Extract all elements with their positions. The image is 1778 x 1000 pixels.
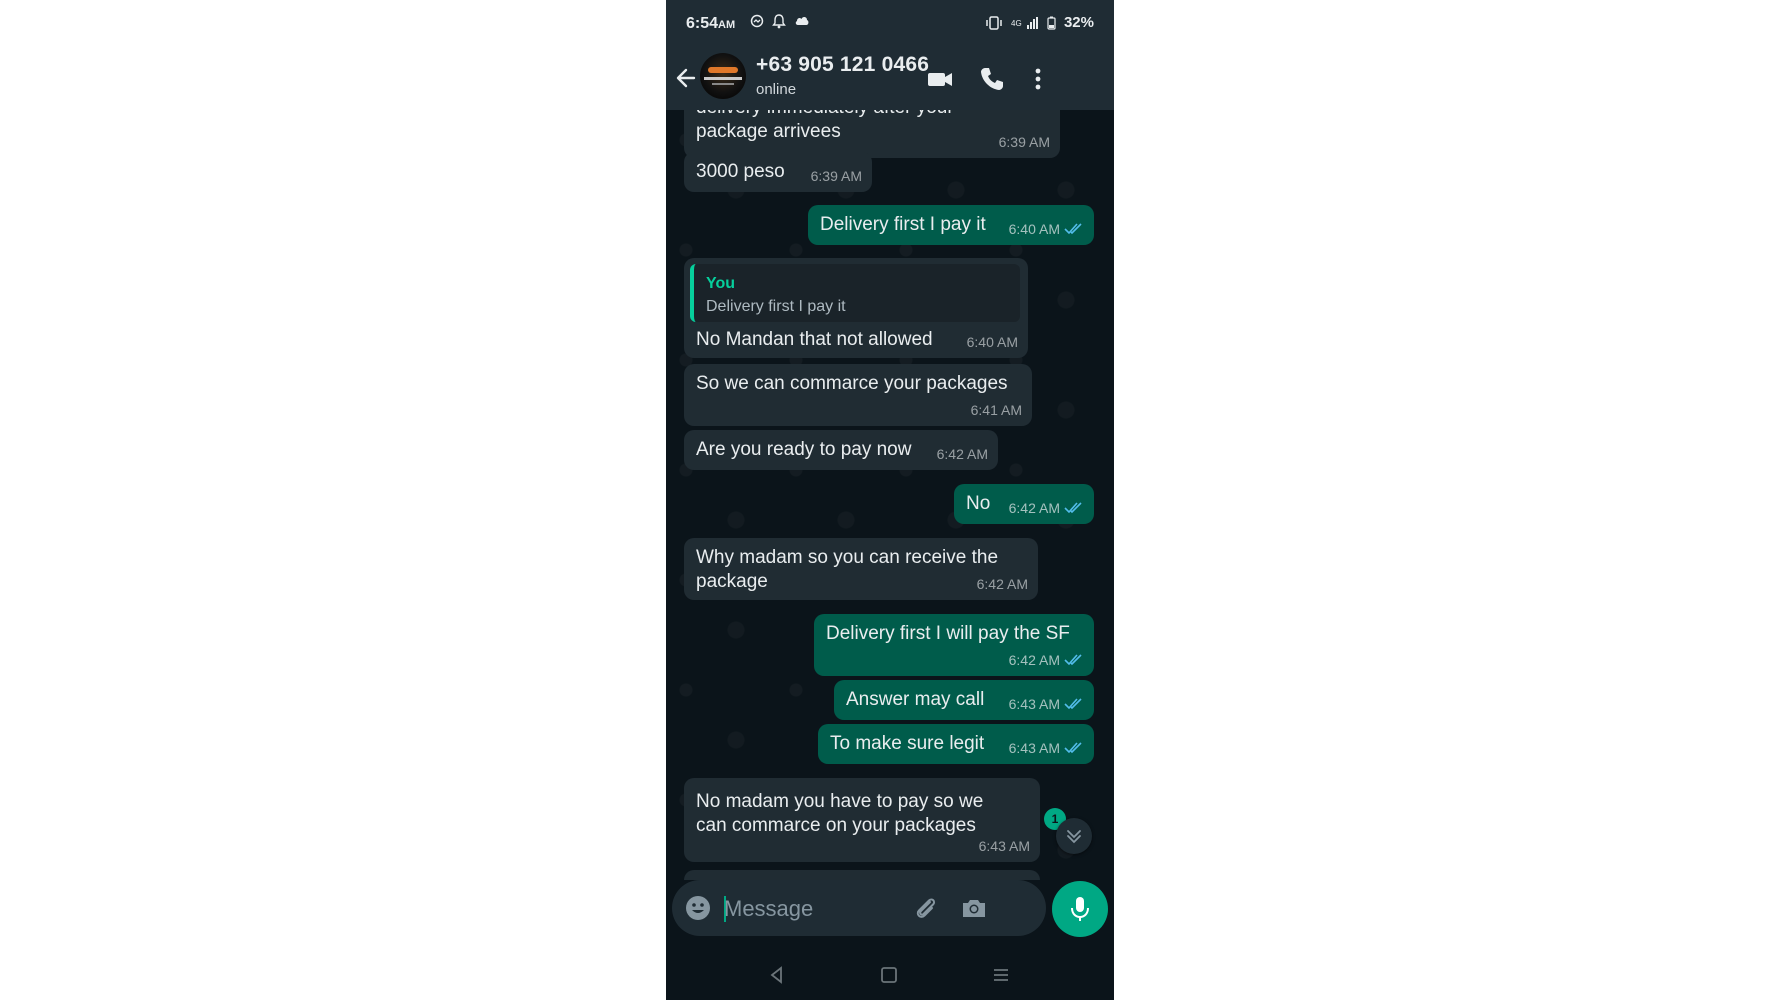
- more-options-icon[interactable]: [1024, 65, 1052, 93]
- message-time: 6:43 AM: [1008, 740, 1060, 756]
- message-text: To make sure legit: [830, 733, 985, 754]
- signal-lte-icon: 4G: [1011, 16, 1038, 29]
- contact-avatar[interactable]: [700, 53, 746, 99]
- message-outgoing[interactable]: Delivery first I will pay the SF 6:42 AM: [814, 614, 1094, 676]
- message-time: 6:40 AM: [966, 334, 1018, 350]
- video-call-icon[interactable]: [926, 65, 954, 93]
- chat-header: +63 905 121 0466 online: [666, 48, 1114, 110]
- message-time: 6:42 AM: [976, 576, 1028, 592]
- message-time: 6:41 AM: [970, 402, 1022, 418]
- microphone-icon: [1071, 897, 1089, 921]
- message-meta: 6:43 AM: [1009, 736, 1084, 760]
- contact-status: online: [756, 81, 797, 98]
- avatar-logo-text: [704, 77, 742, 80]
- message-text: Delivery first I will pay the SF: [826, 623, 1070, 644]
- message-incoming[interactable]: delivery immediately after your package …: [684, 110, 1060, 158]
- message-composer: [672, 880, 1046, 936]
- message-incoming-partial[interactable]: [684, 870, 1040, 880]
- system-icons: 4G 32%: [985, 14, 1094, 31]
- message-time: 6:42 AM: [1008, 652, 1060, 668]
- message-time: 6:39 AM: [998, 134, 1050, 150]
- camera-icon[interactable]: [960, 894, 988, 922]
- attach-icon[interactable]: [912, 894, 940, 922]
- vibrate-icon: [986, 15, 1002, 30]
- message-incoming[interactable]: No madam you have to pay so we can comma…: [684, 778, 1040, 862]
- nav-back-icon[interactable]: [766, 964, 788, 986]
- message-meta: 6:40 AM: [1009, 217, 1084, 241]
- message-text: package: [696, 571, 768, 592]
- read-ticks-icon: [1064, 742, 1082, 754]
- nav-home-icon[interactable]: [878, 964, 900, 986]
- message-text: No: [966, 493, 991, 514]
- message-meta: 6:43 AM: [1009, 692, 1084, 716]
- message-meta: 6:42 AM: [1009, 496, 1084, 520]
- notification-icons: [750, 14, 810, 29]
- message-text: No madam you have to pay so we: [696, 791, 984, 812]
- svg-text:4G: 4G: [1011, 19, 1022, 28]
- message-text: So we can commarce your packages: [696, 373, 1008, 394]
- quote-text: Delivery first I pay it: [706, 298, 846, 315]
- status-ampm: AM: [718, 19, 736, 31]
- system-nav-bar: [666, 950, 1114, 1000]
- message-outgoing[interactable]: Delivery first I pay it 6:40 AM: [808, 205, 1094, 245]
- message-incoming[interactable]: Are you ready to pay now 6:42 AM: [684, 430, 998, 470]
- voice-message-button[interactable]: [1052, 881, 1108, 937]
- scroll-down-icon: [1067, 830, 1081, 844]
- message-text: can commarce on your packages: [696, 815, 976, 836]
- bell-icon: [772, 14, 786, 29]
- message-time: 6:43 AM: [978, 838, 1030, 854]
- message-time: 6:42 AM: [1008, 500, 1060, 516]
- message-outgoing[interactable]: Answer may call 6:43 AM: [834, 680, 1094, 720]
- message-incoming[interactable]: 3000 peso 6:39 AM: [684, 152, 872, 192]
- message-outgoing[interactable]: No 6:42 AM: [954, 484, 1094, 524]
- quoted-message[interactable]: You Delivery first I pay it: [690, 264, 1020, 322]
- quote-author: You: [706, 275, 736, 292]
- message-time: 6:40 AM: [1008, 221, 1060, 237]
- scroll-down-button[interactable]: [1056, 818, 1092, 854]
- message-text: Why madam so you can receive the: [696, 547, 999, 568]
- contact-name[interactable]: +63 905 121 0466: [756, 53, 929, 77]
- message-incoming[interactable]: So we can commarce your packages 6:41 AM: [684, 364, 1032, 426]
- emoji-icon[interactable]: [684, 894, 712, 922]
- read-ticks-icon: [1064, 698, 1082, 710]
- message-incoming-reply[interactable]: You Delivery first I pay it No Mandan th…: [684, 258, 1028, 358]
- message-input[interactable]: [722, 888, 926, 930]
- message-text: Are you ready to pay now: [696, 439, 912, 460]
- battery-percent: 32%: [1063, 14, 1094, 31]
- status-clock: 6:54: [686, 15, 719, 32]
- message-incoming[interactable]: Why madam so you can receive the package…: [684, 538, 1038, 600]
- cloud-icon: [795, 17, 809, 25]
- phone-screen: 6:54AM 4G 32% +63 905 121 0466 online pa…: [666, 0, 1114, 1000]
- chat-area[interactable]: delivery immediately after your package …: [666, 110, 1114, 880]
- avatar-logo-subtext: [712, 83, 734, 85]
- back-arrow-icon[interactable]: [674, 64, 698, 92]
- message-text: No Mandan that not allowed: [696, 329, 933, 350]
- message-text: Delivery first I pay it: [820, 214, 986, 235]
- message-time: 6:43 AM: [1008, 696, 1060, 712]
- avatar-logo-mark: [708, 67, 738, 73]
- app-notification-icon: [750, 14, 764, 28]
- status-bar: 6:54AM 4G 32%: [666, 0, 1114, 48]
- phone-call-icon[interactable]: [978, 65, 1006, 93]
- nav-recents-icon[interactable]: [990, 964, 1012, 986]
- message-outgoing[interactable]: To make sure legit 6:43 AM: [818, 724, 1094, 764]
- battery-icon: [1047, 16, 1056, 30]
- message-text: delivery immediately after your: [696, 110, 954, 120]
- message-time: 6:39 AM: [810, 168, 862, 184]
- read-ticks-icon: [1064, 502, 1082, 514]
- read-ticks-icon: [1064, 223, 1082, 235]
- message-time: 6:42 AM: [936, 446, 988, 462]
- message-meta: 6:42 AM: [1009, 648, 1084, 672]
- message-text: 3000 peso: [696, 161, 785, 182]
- message-text: Answer may call: [846, 689, 985, 710]
- status-time: 6:54AM: [686, 15, 735, 33]
- read-ticks-icon: [1064, 654, 1082, 666]
- message-text: package arrivees: [696, 121, 841, 142]
